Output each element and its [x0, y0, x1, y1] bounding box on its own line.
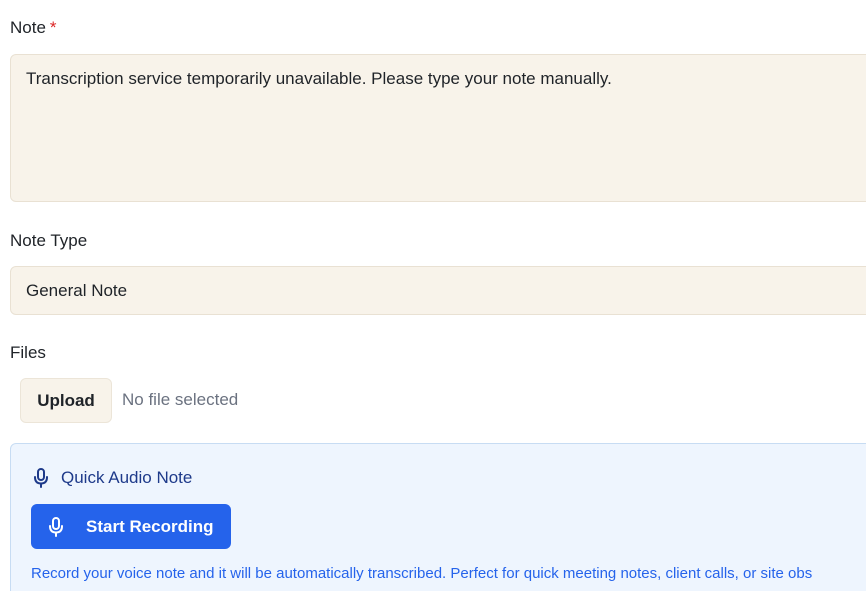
note-label: Note * [10, 18, 57, 38]
note-textarea[interactable]: Transcription service temporarily unavai… [10, 54, 866, 202]
upload-button[interactable]: Upload [20, 378, 112, 423]
audio-panel-header: Quick Audio Note [33, 466, 192, 490]
quick-audio-note-panel: Quick Audio Note Start Recording Record … [10, 443, 866, 591]
file-status-text: No file selected [122, 390, 239, 409]
note-label-text: Note [10, 18, 46, 37]
files-label: Files [10, 343, 46, 362]
audio-panel-title: Quick Audio Note [61, 468, 193, 487]
note-form: Note * Transcription service temporarily … [0, 0, 866, 591]
required-asterisk: * [49, 18, 57, 37]
start-recording-label: Start Recording [86, 516, 214, 536]
microphone-icon [48, 516, 64, 537]
microphone-icon [33, 468, 49, 488]
note-type-label: Note Type [10, 231, 88, 250]
audio-help-text: Record your voice note and it will be au… [31, 565, 813, 582]
start-recording-button[interactable]: Start Recording [31, 504, 231, 549]
note-type-select[interactable]: General Note [10, 266, 866, 315]
